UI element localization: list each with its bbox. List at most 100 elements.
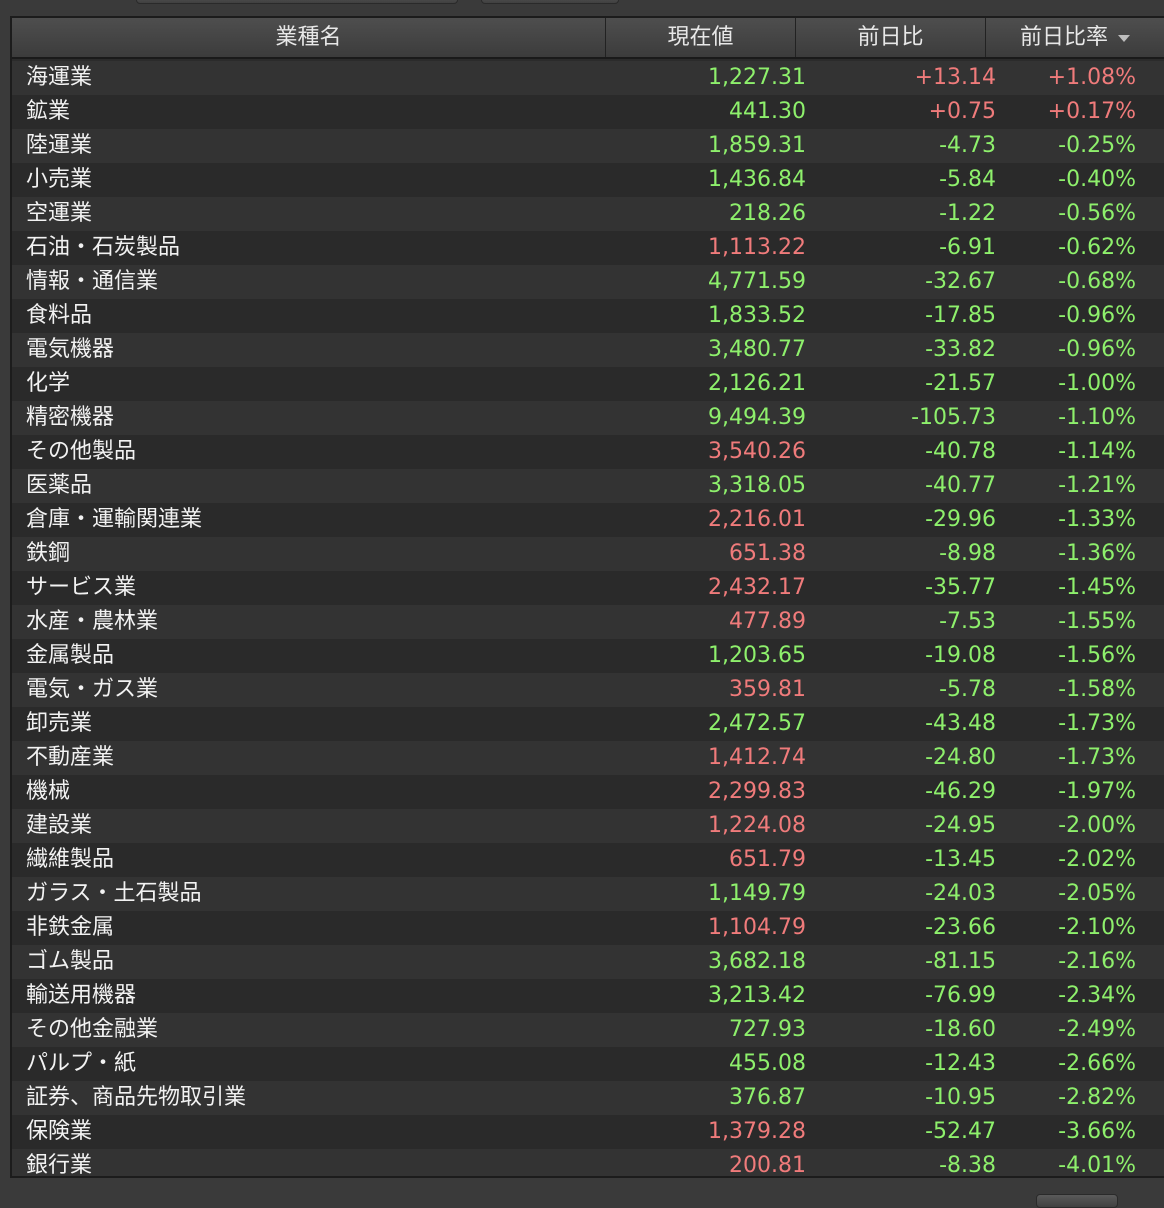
- change-pct-cell: -1.97%: [1058, 779, 1136, 804]
- price-cell: 651.79: [729, 847, 806, 872]
- change-pct-cell: -1.56%: [1058, 643, 1136, 668]
- table-row[interactable]: 銀行業 200.81 -8.38 -4.01%: [12, 1149, 1164, 1176]
- column-header-change[interactable]: 前日比: [796, 18, 986, 57]
- change-cell: -8.98: [939, 541, 996, 566]
- sector-name-cell: 保険業: [26, 1119, 93, 1144]
- sector-name-cell: 水産・農林業: [26, 609, 159, 634]
- price-cell: 3,213.42: [708, 983, 806, 1008]
- change-pct-cell: -1.73%: [1058, 711, 1136, 736]
- change-pct-cell: -1.73%: [1058, 745, 1136, 770]
- table-row[interactable]: 建設業 1,224.08 -24.95 -2.00%: [12, 809, 1164, 843]
- change-pct-cell: -1.00%: [1058, 371, 1136, 396]
- toolbar-dropdown[interactable]: [136, 0, 458, 4]
- table-row[interactable]: 石油・石炭製品 1,113.22 -6.91 -0.62%: [12, 231, 1164, 265]
- change-pct-cell: -1.10%: [1058, 405, 1136, 430]
- table-row[interactable]: 非鉄金属 1,104.79 -23.66 -2.10%: [12, 911, 1164, 945]
- table-row[interactable]: 医薬品 3,318.05 -40.77 -1.21%: [12, 469, 1164, 503]
- sort-descending-icon[interactable]: [1118, 34, 1130, 42]
- table-row[interactable]: ゴム製品 3,682.18 -81.15 -2.16%: [12, 945, 1164, 979]
- sector-name-cell: サービス業: [26, 575, 137, 600]
- change-cell: -19.08: [925, 643, 996, 668]
- table-row[interactable]: 海運業 1,227.31 +13.14 +1.08%: [12, 61, 1164, 95]
- table-row[interactable]: 空運業 218.26 -1.22 -0.56%: [12, 197, 1164, 231]
- change-cell: -5.78: [939, 677, 996, 702]
- price-cell: 1,224.08: [708, 813, 806, 838]
- table-row[interactable]: 化学 2,126.21 -21.57 -1.00%: [12, 367, 1164, 401]
- table-row[interactable]: 水産・農林業 477.89 -7.53 -1.55%: [12, 605, 1164, 639]
- sector-name-cell: 輸送用機器: [26, 983, 137, 1008]
- sector-name-cell: 鉄鋼: [26, 541, 71, 566]
- table-row[interactable]: 倉庫・運輸関連業 2,216.01 -29.96 -1.33%: [12, 503, 1164, 537]
- change-cell: -24.95: [925, 813, 996, 838]
- change-cell: -105.73: [911, 405, 996, 430]
- change-cell: -17.85: [925, 303, 996, 328]
- table-row[interactable]: パルプ・紙 455.08 -12.43 -2.66%: [12, 1047, 1164, 1081]
- change-cell: +13.14: [914, 65, 996, 90]
- table-row[interactable]: 保険業 1,379.28 -52.47 -3.66%: [12, 1115, 1164, 1149]
- sector-name-cell: 電気機器: [26, 337, 115, 362]
- change-cell: -18.60: [925, 1017, 996, 1042]
- price-cell: 477.89: [729, 609, 806, 634]
- change-cell: -35.77: [925, 575, 996, 600]
- table-row[interactable]: 食料品 1,833.52 -17.85 -0.96%: [12, 299, 1164, 333]
- column-header-sector-name[interactable]: 業種名: [12, 18, 606, 57]
- table-row[interactable]: 証券、商品先物取引業 376.87 -10.95 -2.82%: [12, 1081, 1164, 1115]
- table-row[interactable]: 情報・通信業 4,771.59 -32.67 -0.68%: [12, 265, 1164, 299]
- sector-name-cell: ガラス・土石製品: [26, 881, 202, 906]
- table-row[interactable]: ガラス・土石製品 1,149.79 -24.03 -2.05%: [12, 877, 1164, 911]
- table-row[interactable]: 金属製品 1,203.65 -19.08 -1.56%: [12, 639, 1164, 673]
- sector-name-cell: 食料品: [26, 303, 93, 328]
- price-cell: 2,472.57: [708, 711, 806, 736]
- table-row[interactable]: 輸送用機器 3,213.42 -76.99 -2.34%: [12, 979, 1164, 1013]
- sector-name-cell: 陸運業: [26, 133, 93, 158]
- change-pct-cell: -1.45%: [1058, 575, 1136, 600]
- price-cell: 1,203.65: [708, 643, 806, 668]
- table-row[interactable]: サービス業 2,432.17 -35.77 -1.45%: [12, 571, 1164, 605]
- table-row[interactable]: 鉱業 441.30 +0.75 +0.17%: [12, 95, 1164, 129]
- price-cell: 359.81: [729, 677, 806, 702]
- table-row[interactable]: その他金融業 727.93 -18.60 -2.49%: [12, 1013, 1164, 1047]
- change-pct-cell: -0.68%: [1058, 269, 1136, 294]
- sector-name-cell: その他製品: [26, 439, 137, 464]
- change-pct-cell: -1.55%: [1058, 609, 1136, 634]
- column-header-change-pct[interactable]: 前日比率: [986, 18, 1164, 57]
- table-row[interactable]: 精密機器 9,494.39 -105.73 -1.10%: [12, 401, 1164, 435]
- table-row[interactable]: 陸運業 1,859.31 -4.73 -0.25%: [12, 129, 1164, 163]
- sector-name-cell: 小売業: [26, 167, 93, 192]
- price-cell: 3,480.77: [708, 337, 806, 362]
- change-pct-cell: -2.82%: [1058, 1085, 1136, 1110]
- change-pct-cell: -2.66%: [1058, 1051, 1136, 1076]
- sector-table: 業種名 現在値 前日比 前日比率 海運業 1,227.31 +13.14 +1.08%…: [10, 16, 1164, 1178]
- change-pct-cell: -2.16%: [1058, 949, 1136, 974]
- column-header-price[interactable]: 現在値: [606, 18, 796, 57]
- table-row[interactable]: 鉄鋼 651.38 -8.98 -1.36%: [12, 537, 1164, 571]
- price-cell: 2,432.17: [708, 575, 806, 600]
- change-pct-cell: -2.02%: [1058, 847, 1136, 872]
- change-cell: -12.43: [925, 1051, 996, 1076]
- price-cell: 218.26: [729, 201, 806, 226]
- table-row[interactable]: 小売業 1,436.84 -5.84 -0.40%: [12, 163, 1164, 197]
- toolbar-button[interactable]: [481, 0, 619, 4]
- sector-name-cell: 建設業: [26, 813, 93, 838]
- price-cell: 1,833.52: [708, 303, 806, 328]
- table-row[interactable]: 電気機器 3,480.77 -33.82 -0.96%: [12, 333, 1164, 367]
- change-pct-cell: -1.36%: [1058, 541, 1136, 566]
- change-cell: -81.15: [925, 949, 996, 974]
- change-cell: -23.66: [925, 915, 996, 940]
- sector-name-cell: 機械: [26, 779, 71, 804]
- table-row[interactable]: その他製品 3,540.26 -40.78 -1.14%: [12, 435, 1164, 469]
- change-pct-cell: -1.58%: [1058, 677, 1136, 702]
- sector-name-cell: パルプ・紙: [26, 1051, 137, 1076]
- price-cell: 1,149.79: [708, 881, 806, 906]
- change-cell: -13.45: [925, 847, 996, 872]
- table-row[interactable]: 電気・ガス業 359.81 -5.78 -1.58%: [12, 673, 1164, 707]
- table-row[interactable]: 機械 2,299.83 -46.29 -1.97%: [12, 775, 1164, 809]
- sector-name-cell: 化学: [26, 371, 71, 396]
- table-row[interactable]: 繊維製品 651.79 -13.45 -2.02%: [12, 843, 1164, 877]
- sector-name-cell: 非鉄金属: [26, 915, 115, 940]
- bottom-control[interactable]: [1036, 1194, 1118, 1208]
- table-row[interactable]: 卸売業 2,472.57 -43.48 -1.73%: [12, 707, 1164, 741]
- price-cell: 441.30: [729, 99, 806, 124]
- price-cell: 4,771.59: [708, 269, 806, 294]
- table-row[interactable]: 不動産業 1,412.74 -24.80 -1.73%: [12, 741, 1164, 775]
